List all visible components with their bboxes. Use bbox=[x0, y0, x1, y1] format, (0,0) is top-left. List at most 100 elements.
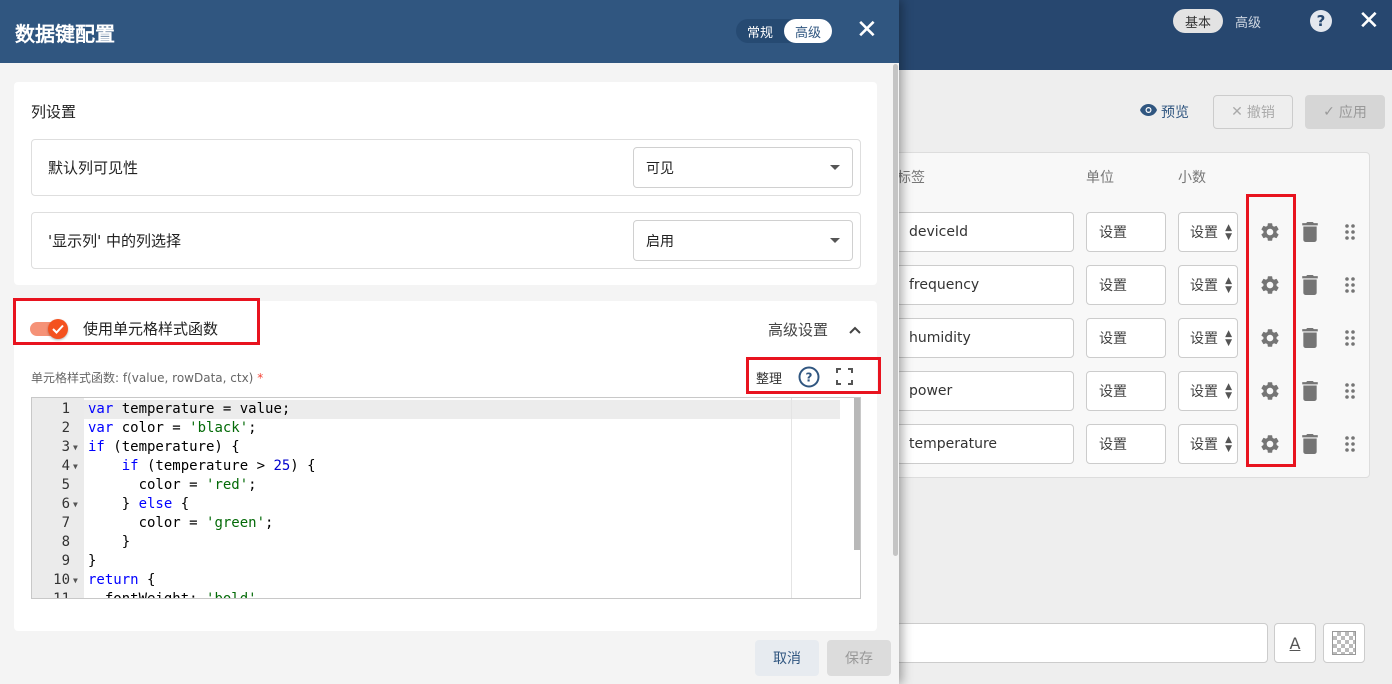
code-text: color = 'green'; bbox=[88, 515, 274, 531]
code-line[interactable]: 6 ▼ } else { bbox=[32, 495, 792, 514]
tab-advanced[interactable]: 高级 bbox=[784, 19, 833, 43]
fold-arrow-icon[interactable]: ▼ bbox=[73, 571, 78, 590]
spinner-icon[interactable]: ▲ ▼ bbox=[1225, 383, 1232, 401]
code-text: if (temperature > 25) { bbox=[121, 458, 316, 474]
bottom-input-field[interactable] bbox=[896, 623, 1268, 663]
fold-arrow-icon[interactable]: ▼ bbox=[73, 495, 78, 514]
dialog-scrollbar-thumb[interactable] bbox=[893, 64, 898, 556]
unit-field[interactable]: 设置 bbox=[1086, 212, 1166, 252]
decimals-value: 设置 bbox=[1190, 384, 1218, 400]
code-line[interactable]: 7 color = 'green'; bbox=[32, 514, 792, 533]
code-line[interactable]: 3 ▼ if (temperature) { bbox=[32, 438, 792, 457]
unit-field[interactable]: 设置 bbox=[1086, 371, 1166, 411]
code-text: fontWeight: 'bold', bbox=[88, 591, 266, 599]
code-line[interactable]: 11 fontWeight: 'bold', bbox=[32, 590, 792, 599]
dialog-mode-toggle: 常规 高级 bbox=[736, 19, 833, 43]
unit-field[interactable]: 设置 bbox=[1086, 265, 1166, 305]
column-settings-title: 列设置 bbox=[31, 103, 77, 121]
drag-handle-icon[interactable] bbox=[1338, 326, 1362, 350]
key-name-field[interactable]: power bbox=[896, 371, 1074, 411]
editor-scrollbar[interactable] bbox=[854, 398, 860, 550]
line-number: 11 bbox=[53, 591, 70, 599]
decimals-field[interactable]: 设置 ▲ ▼ bbox=[1178, 265, 1238, 305]
save-button[interactable]: 保存 bbox=[827, 640, 891, 676]
code-text: } else { bbox=[88, 496, 190, 512]
drag-handle-icon[interactable] bbox=[1338, 379, 1362, 403]
spinner-icon[interactable]: ▲ ▼ bbox=[1225, 436, 1232, 454]
background-mode-toggle: 基本 高级 bbox=[1173, 9, 1273, 33]
column-selection-select[interactable]: 启用 bbox=[633, 220, 853, 261]
column-selection-label: '显示列' 中的列选择 bbox=[48, 232, 182, 250]
drag-handle-icon[interactable] bbox=[1338, 432, 1362, 456]
code-line[interactable]: 5 color = 'red'; bbox=[32, 476, 792, 495]
code-line[interactable]: 9} bbox=[32, 552, 792, 571]
chevron-up-icon[interactable] bbox=[848, 320, 862, 339]
column-header-decimals: 小数 bbox=[1178, 170, 1206, 186]
help-icon[interactable]: ? bbox=[1310, 10, 1332, 32]
code-line[interactable]: 1 var temperature = value; bbox=[32, 400, 792, 419]
mode-advanced-button[interactable]: 高级 bbox=[1223, 9, 1273, 33]
drag-handle-icon[interactable] bbox=[1338, 220, 1362, 244]
key-name-field[interactable]: deviceId bbox=[896, 212, 1074, 252]
mode-basic-button[interactable]: 基本 bbox=[1173, 9, 1224, 33]
code-text: color = 'red'; bbox=[88, 477, 257, 493]
fold-arrow-icon[interactable]: ▼ bbox=[73, 438, 78, 457]
drag-handle-icon[interactable] bbox=[1338, 273, 1362, 297]
line-number: 8 bbox=[61, 534, 70, 550]
key-name-field[interactable]: frequency bbox=[896, 265, 1074, 305]
code-text: var temperature = value; bbox=[88, 401, 291, 417]
fold-arrow-icon[interactable]: ▼ bbox=[73, 457, 78, 476]
close-icon[interactable]: ✕ bbox=[1358, 6, 1380, 36]
preview-label: 预览 bbox=[1161, 105, 1189, 121]
spinner-icon[interactable]: ▲ ▼ bbox=[1225, 277, 1232, 295]
advanced-settings-toggle[interactable]: 高级设置 bbox=[768, 319, 828, 340]
unit-field[interactable]: 设置 bbox=[1086, 318, 1166, 358]
default-visibility-select[interactable]: 可见 bbox=[633, 147, 853, 188]
dialog-close-icon[interactable]: ✕ bbox=[856, 16, 878, 44]
unit-field[interactable]: 设置 bbox=[1086, 424, 1166, 464]
trash-icon[interactable] bbox=[1298, 432, 1322, 456]
decimals-field[interactable]: 设置 ▲ ▼ bbox=[1178, 424, 1238, 464]
spinner-icon[interactable]: ▲ ▼ bbox=[1225, 224, 1232, 242]
undo-button[interactable]: ✕ 撤销 bbox=[1213, 95, 1293, 129]
trash-icon[interactable] bbox=[1298, 220, 1322, 244]
code-line[interactable]: 4 ▼ if (temperature > 25) { bbox=[32, 457, 792, 476]
function-label-text: 单元格样式函数: f(value, rowData, ctx) bbox=[31, 371, 254, 385]
caret-down-icon bbox=[830, 165, 840, 170]
apply-button[interactable]: ✓ 应用 bbox=[1305, 95, 1385, 129]
line-number: 7 bbox=[61, 515, 70, 531]
text-color-button[interactable]: A bbox=[1274, 623, 1316, 663]
code-line[interactable]: 10 ▼ return { bbox=[32, 571, 792, 590]
code-text: } bbox=[88, 553, 97, 569]
cancel-button[interactable]: 取消 bbox=[755, 640, 819, 676]
decimals-field[interactable]: 设置 ▲ ▼ bbox=[1178, 318, 1238, 358]
column-selection-value: 启用 bbox=[646, 233, 674, 250]
trash-icon[interactable] bbox=[1298, 273, 1322, 297]
background-color-button[interactable] bbox=[1323, 623, 1365, 663]
code-line[interactable]: 2 var color = 'black'; bbox=[32, 419, 792, 438]
decimals-field[interactable]: 设置 ▲ ▼ bbox=[1178, 371, 1238, 411]
default-visibility-row: 默认列可见性 可见 bbox=[31, 139, 861, 196]
trash-icon[interactable] bbox=[1298, 326, 1322, 350]
decimals-value: 设置 bbox=[1190, 331, 1218, 347]
x-icon: ✕ bbox=[1231, 104, 1243, 120]
default-visibility-label: 默认列可见性 bbox=[48, 159, 139, 177]
eye-icon bbox=[1140, 104, 1157, 120]
trash-icon[interactable] bbox=[1298, 379, 1322, 403]
key-name-field[interactable]: temperature bbox=[896, 424, 1074, 464]
line-number: 1 bbox=[61, 401, 70, 417]
decimals-field[interactable]: 设置 ▲ ▼ bbox=[1178, 212, 1238, 252]
preview-button[interactable]: 预览 bbox=[1140, 95, 1189, 129]
key-name-field[interactable]: humidity bbox=[896, 318, 1074, 358]
check-icon: ✓ bbox=[1323, 104, 1335, 120]
line-number: 9 bbox=[61, 553, 70, 569]
decimals-value: 设置 bbox=[1190, 225, 1218, 241]
transparent-swatch-icon bbox=[1332, 631, 1356, 655]
undo-label: 撤销 bbox=[1246, 105, 1275, 121]
line-number: 2 bbox=[61, 420, 70, 436]
code-editor[interactable]: 1 var temperature = value; 2 var color = 'b… bbox=[31, 397, 861, 599]
tab-general[interactable]: 常规 bbox=[736, 19, 784, 43]
spinner-icon[interactable]: ▲ ▼ bbox=[1225, 330, 1232, 348]
line-number: 3 bbox=[61, 439, 70, 455]
code-line[interactable]: 8 } bbox=[32, 533, 792, 552]
